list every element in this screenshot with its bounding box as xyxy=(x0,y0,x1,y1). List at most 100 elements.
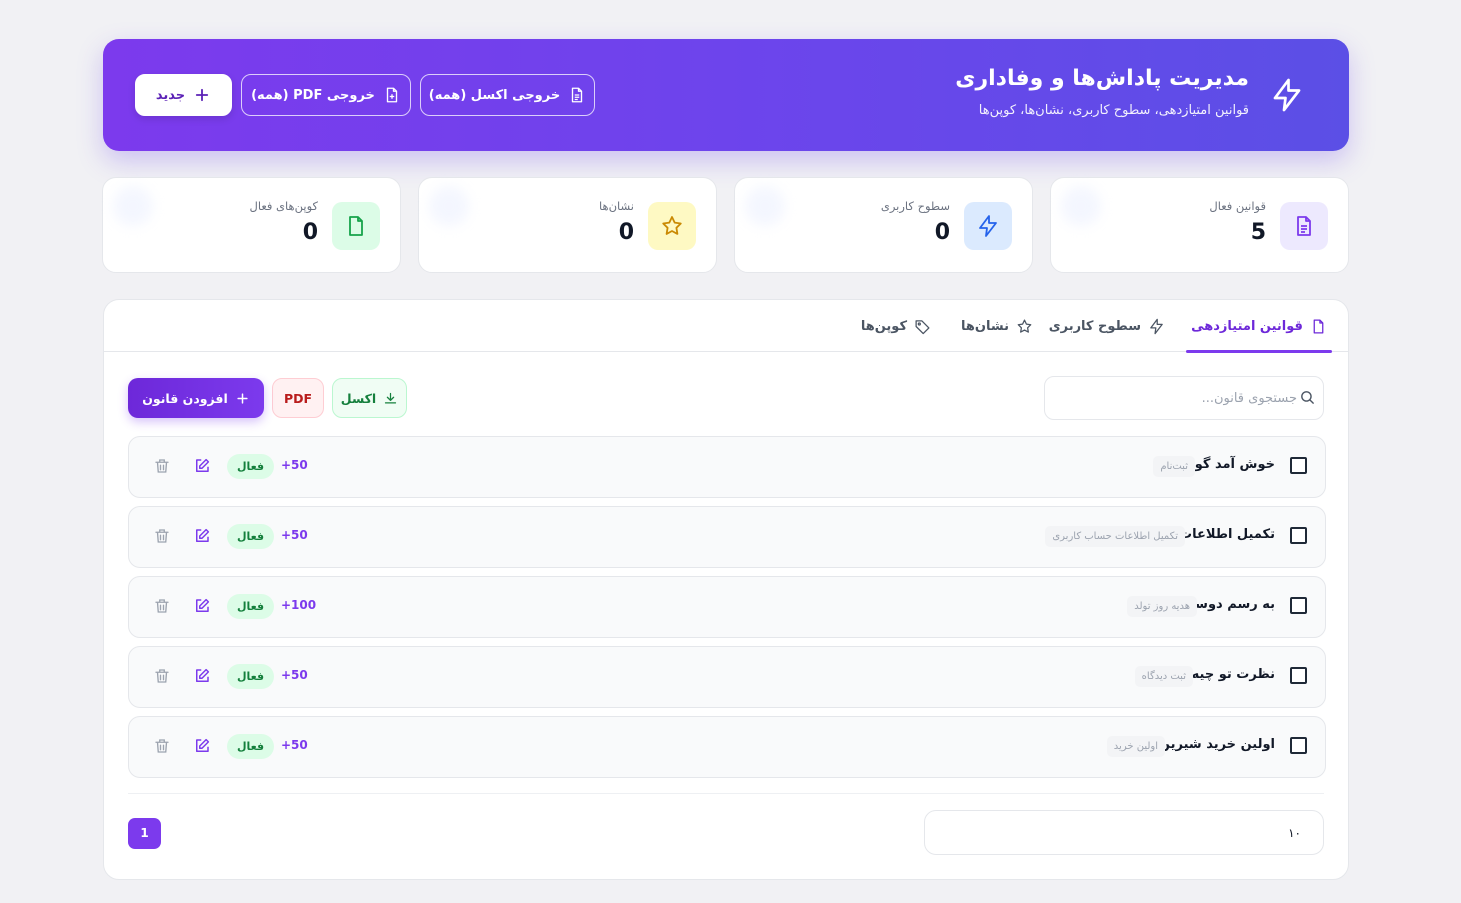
star-icon xyxy=(662,216,682,235)
status-badge: فعال xyxy=(227,454,274,479)
row-checkbox[interactable] xyxy=(1290,457,1307,474)
stat-value: 0 xyxy=(302,220,318,245)
row-checkbox[interactable] xyxy=(1290,527,1307,544)
document-icon xyxy=(1297,216,1311,236)
stat-label: نشان‌ها xyxy=(599,199,634,213)
export-excel-all-label: خروجی اکسل (همه) xyxy=(428,87,561,103)
stat-label: کوپن‌های فعال xyxy=(249,199,318,213)
edit-icon[interactable] xyxy=(193,597,211,615)
status-badge: فعال xyxy=(227,664,274,689)
file-plus-icon xyxy=(386,87,398,103)
row-checkbox[interactable] xyxy=(1290,737,1307,754)
export-pdf-button[interactable]: PDF xyxy=(272,378,324,418)
edit-icon[interactable] xyxy=(193,457,211,475)
rule-row: به رسم دوستی! هدیه روز تولد +100 فعال xyxy=(128,576,1326,638)
edit-icon[interactable] xyxy=(193,737,211,755)
stat-icon-box xyxy=(964,202,1012,250)
tab-coupons[interactable]: کوپن‌ها xyxy=(861,300,931,352)
status-badge: فعال xyxy=(227,734,274,759)
row-checkbox[interactable] xyxy=(1290,667,1307,684)
rule-points: +50 xyxy=(281,458,308,472)
search-icon xyxy=(1301,391,1314,404)
rule-trigger-tag: ثبت‌نام xyxy=(1153,456,1195,477)
rule-trigger-tag: هدیه روز تولد xyxy=(1127,596,1197,617)
bolt-icon xyxy=(979,215,997,237)
file-icon xyxy=(349,216,363,236)
per-page-value: ۱۰ xyxy=(1288,825,1301,840)
document-icon xyxy=(1313,318,1324,334)
status-badge: فعال xyxy=(227,594,274,619)
stat-value: 5 xyxy=(1250,220,1266,245)
stat-value: 0 xyxy=(934,220,950,245)
stat-icon-box xyxy=(332,202,380,250)
export-pdf-all-label: خروجی PDF (همه) xyxy=(251,87,375,103)
new-button-label: جدید xyxy=(155,87,186,103)
divider xyxy=(128,793,1324,794)
add-rule-label: افزودن قانون xyxy=(142,390,228,406)
rule-points: +50 xyxy=(281,668,308,682)
stat-icon-box xyxy=(648,202,696,250)
rule-points: +100 xyxy=(281,598,317,612)
export-pdf-all-button[interactable]: خروجی PDF (همه) xyxy=(241,74,411,116)
rule-row: تکمیل اطلاعات تکمیل اطلاعات حساب کاربری … xyxy=(128,506,1326,568)
search-input[interactable] xyxy=(1044,376,1324,420)
trash-icon[interactable] xyxy=(153,527,171,545)
trash-icon[interactable] xyxy=(153,597,171,615)
document-icon xyxy=(572,87,583,103)
stat-value: 0 xyxy=(618,220,634,245)
tab-label: نشان‌ها xyxy=(961,318,1009,334)
tab-label: کوپن‌ها xyxy=(860,318,907,334)
rule-row: اولین خرید شیرین! اولین خرید +50 فعال xyxy=(128,716,1326,778)
edit-icon[interactable] xyxy=(193,667,211,685)
stat-icon-box xyxy=(1280,202,1328,250)
tab-user-levels[interactable]: سطوح کاربری xyxy=(1049,300,1165,352)
stat-card-user-levels: سطوح کاربری 0 xyxy=(734,177,1033,273)
tab-label: سطوح کاربری xyxy=(1048,318,1141,334)
header-actions: خروجی اکسل (همه) خروجی PDF (همه) جدید xyxy=(135,74,595,116)
stat-card-active-coupons: کوپن‌های فعال 0 xyxy=(102,177,401,273)
plus-icon xyxy=(237,392,248,404)
tab-scoring-rules[interactable]: قوانین امتیازدهی xyxy=(1186,300,1332,353)
export-excel-button[interactable]: اکسل xyxy=(332,378,407,418)
rule-row: نظرت تو چیه؟ ثبت دیدگاه +50 فعال xyxy=(128,646,1326,708)
rule-points: +50 xyxy=(281,528,308,542)
per-page-select[interactable]: ۱۰ xyxy=(924,810,1324,855)
stat-label: سطوح کاربری xyxy=(880,199,950,213)
rule-row: خوش آمد گویی ثبت‌نام +50 فعال xyxy=(128,436,1326,498)
plus-icon xyxy=(195,88,209,102)
download-icon xyxy=(385,392,397,403)
stat-card-active-rules: قوانین فعال 5 xyxy=(1050,177,1349,273)
edit-icon[interactable] xyxy=(193,527,211,545)
rule-trigger-tag: ثبت دیدگاه xyxy=(1134,666,1193,687)
row-checkbox[interactable] xyxy=(1290,597,1307,614)
status-badge: فعال xyxy=(227,524,274,549)
stat-label: قوانین فعال xyxy=(1209,199,1266,213)
tab-bar: قوانین امتیازدهی سطوح کاربری نشان‌ها کوپ… xyxy=(104,300,1348,353)
trash-icon[interactable] xyxy=(153,737,171,755)
rule-trigger-tag: تکمیل اطلاعات حساب کاربری xyxy=(1045,526,1185,547)
export-excel-label: اکسل xyxy=(340,390,377,406)
export-pdf-label: PDF xyxy=(283,390,313,406)
rule-trigger-tag: اولین خرید xyxy=(1106,736,1165,757)
page-header: مدیریت پاداش‌ها و وفاداری قوانین امتیازد… xyxy=(103,39,1349,151)
rule-points: +50 xyxy=(281,738,308,752)
add-rule-button[interactable]: افزودن قانون xyxy=(128,378,264,418)
rule-title: اولین خرید شیرین! xyxy=(1152,737,1275,752)
page-title: مدیریت پاداش‌ها و وفاداری xyxy=(955,66,1249,91)
bolt-icon xyxy=(1273,78,1301,112)
star-icon xyxy=(1017,318,1032,333)
bolt-icon xyxy=(1150,318,1163,334)
page-subtitle: قوانین امتیازدهی، سطوح کاربری، نشان‌ها، … xyxy=(978,103,1249,118)
export-excel-all-button[interactable]: خروجی اکسل (همه) xyxy=(420,74,595,116)
tab-label: قوانین امتیازدهی xyxy=(1191,318,1303,334)
rule-title: تکمیل اطلاعات xyxy=(1179,527,1275,542)
trash-icon[interactable] xyxy=(153,667,171,685)
page-button-current[interactable]: 1 xyxy=(128,818,161,849)
new-button[interactable]: جدید xyxy=(135,74,232,116)
trash-icon[interactable] xyxy=(153,457,171,475)
tag-icon xyxy=(915,319,930,334)
stat-card-badges: نشان‌ها 0 xyxy=(418,177,717,273)
rule-title: نظرت تو چیه؟ xyxy=(1184,667,1275,682)
rules-panel: قوانین امتیازدهی سطوح کاربری نشان‌ها کوپ… xyxy=(103,299,1349,880)
tab-badges[interactable]: نشان‌ها xyxy=(961,300,1033,352)
